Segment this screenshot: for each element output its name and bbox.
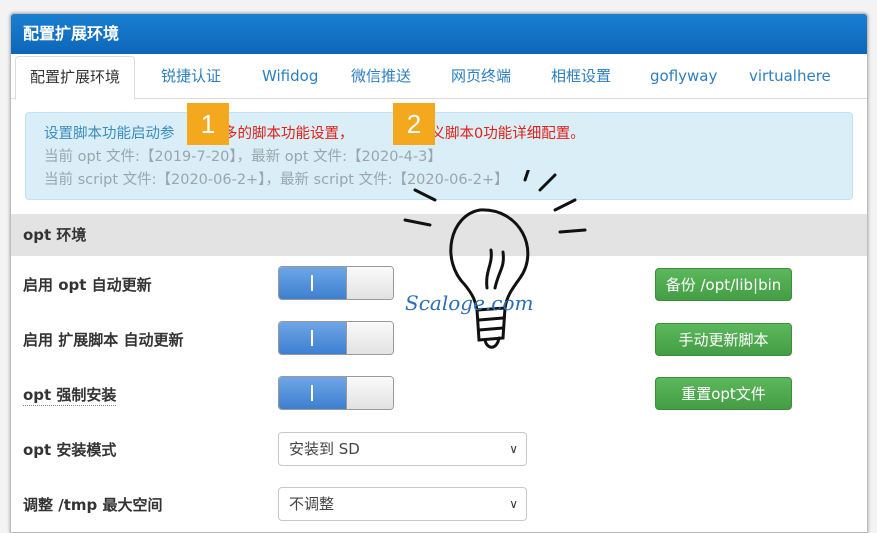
toggle-knob[interactable] <box>346 377 393 409</box>
tab-goflyway[interactable]: goflyway <box>650 54 717 98</box>
opt-install-mode-value: 安装到 SD <box>289 440 360 458</box>
backup-opt-button[interactable]: 备份 /opt/lib|bin <box>655 268 792 301</box>
opt-install-mode-select[interactable]: 安装到 SD ∨ <box>278 432 527 466</box>
toggle-on-glyph <box>311 275 313 291</box>
tab-ruijie-auth[interactable]: 锐捷认证 <box>161 54 221 98</box>
tab-wifidog[interactable]: Wifidog <box>262 54 318 98</box>
alert-line-1-red[interactable]: 更多的脚本功能设置， <box>209 126 354 142</box>
tmp-max-space-select[interactable]: 不调整 ∨ <box>278 487 527 521</box>
row-label-script-autoupdate: 启用 扩展脚本 自动更新 <box>23 331 184 349</box>
row-label-tmp-max-space: 调整 /tmp 最大空间 <box>23 496 163 514</box>
tab-bar: 配置扩展环境 锐捷认证 Wifidog 微信推送 网页终端 相框设置 gofly… <box>11 54 867 100</box>
lightbulb-watermark-icon: Scaloge.com <box>403 170 587 349</box>
row-label-opt-force-install: opt 强制安装 <box>23 386 117 406</box>
script-autoupdate-toggle[interactable] <box>278 321 394 355</box>
chevron-down-icon: ∨ <box>509 442 518 456</box>
callout-badge-1: 1 <box>187 103 229 145</box>
alert-line-1: 设置脚本功能启动参 更多的脚本功能设置， 自定义脚本0功能详细配置。 <box>44 123 852 146</box>
row-label-opt-autoupdate: 启用 opt 自动更新 <box>23 276 152 294</box>
tab-config-env[interactable]: 配置扩展环境 <box>15 56 136 100</box>
toggle-on-glyph <box>311 385 313 401</box>
reset-opt-button[interactable]: 重置opt文件 <box>655 377 792 410</box>
toggle-knob[interactable] <box>346 322 393 354</box>
tab-virtualhere[interactable]: virtualhere <box>749 54 831 98</box>
tmp-max-space-value: 不调整 <box>289 495 335 513</box>
tab-photo-frame[interactable]: 相框设置 <box>551 54 611 98</box>
tab-web-terminal[interactable]: 网页终端 <box>451 54 511 98</box>
alert-line-1-prefix: 设置脚本功能启动参 <box>44 126 175 142</box>
opt-force-install-toggle[interactable] <box>278 376 394 410</box>
alert-line-2: 当前 opt 文件:【2019-7-20】，最新 opt 文件:【2020-4-… <box>44 149 442 165</box>
toggle-knob[interactable] <box>346 267 393 299</box>
row-label-opt-install-mode: opt 安装模式 <box>23 441 117 459</box>
callout-badge-2: 2 <box>393 103 435 145</box>
tab-wechat-push[interactable]: 微信推送 <box>351 54 411 98</box>
toggle-on-glyph <box>311 330 313 346</box>
chevron-down-icon: ∨ <box>509 497 518 511</box>
watermark-text: Scaloge.com <box>405 291 533 315</box>
update-script-button[interactable]: 手动更新脚本 <box>655 323 792 356</box>
window-title: 配置扩展环境 <box>11 14 867 54</box>
opt-autoupdate-toggle[interactable] <box>278 266 394 300</box>
